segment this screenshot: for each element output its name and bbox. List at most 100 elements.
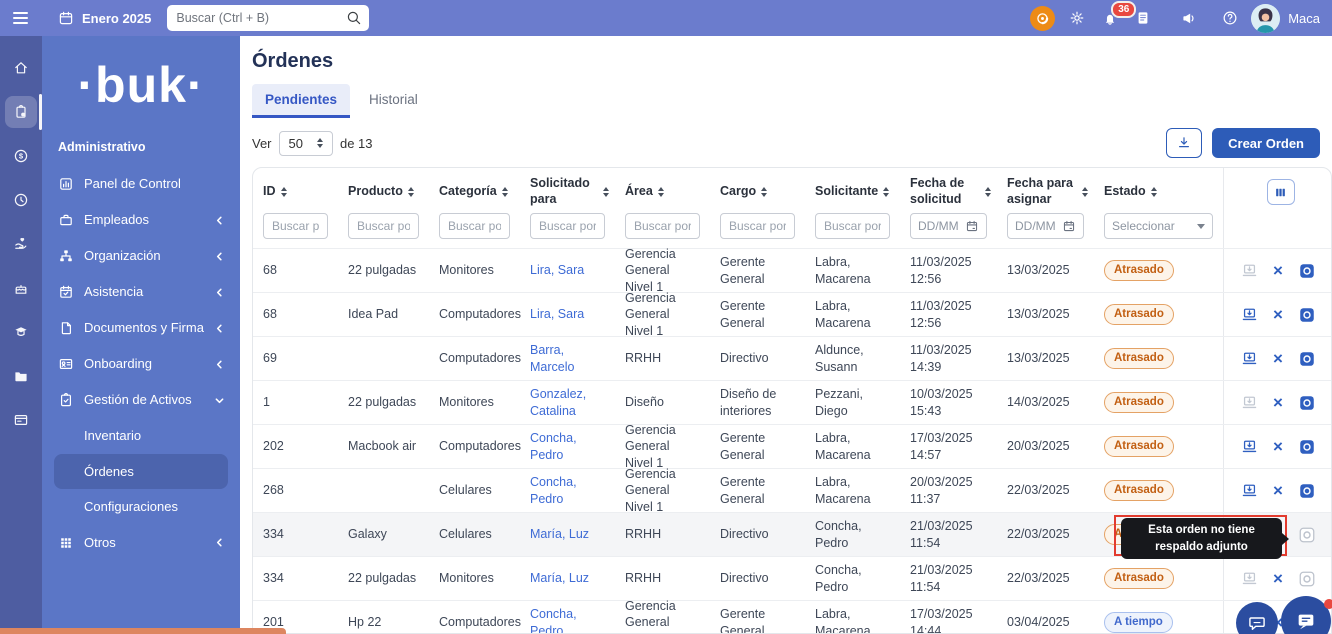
view-detail-button[interactable] xyxy=(1298,262,1316,280)
assign-button[interactable] xyxy=(1241,306,1258,323)
assign-button[interactable] xyxy=(1241,482,1258,499)
sidebar-item-asistencia[interactable]: Asistencia xyxy=(42,274,240,310)
notes-icon[interactable] xyxy=(1135,10,1151,26)
cancel-button[interactable]: × xyxy=(1273,482,1283,499)
column-filter-input[interactable] xyxy=(720,213,795,239)
settings-gear-icon[interactable] xyxy=(1069,10,1085,26)
cancel-button[interactable]: × xyxy=(1273,394,1283,411)
page-size-select[interactable]: 50 xyxy=(279,131,333,156)
hamburger-menu-icon[interactable] xyxy=(13,12,28,24)
rail-item-orders[interactable] xyxy=(5,96,37,128)
rail-item-education[interactable] xyxy=(5,316,37,348)
rail-item-documents[interactable] xyxy=(5,360,37,392)
create-order-button[interactable]: Crear Orden xyxy=(1212,128,1320,158)
sort-icon[interactable] xyxy=(1151,187,1157,198)
estado-filter-select[interactable]: Seleccionar xyxy=(1104,213,1213,239)
table-row[interactable]: 201Hp 22ComputadoresConcha, PedroGerenci… xyxy=(253,600,1331,634)
view-detail-button[interactable] xyxy=(1298,438,1316,456)
assign-button[interactable] xyxy=(1241,438,1258,455)
column-filter-input[interactable] xyxy=(263,213,328,239)
rail-item-benefits[interactable] xyxy=(5,228,37,260)
sort-icon[interactable] xyxy=(408,187,414,198)
table-row[interactable]: 6822 pulgadasMonitoresLira, SaraGerencia… xyxy=(253,248,1331,292)
download-button[interactable] xyxy=(1166,128,1202,158)
sidebar-item-panel-de-control[interactable]: Panel de Control xyxy=(42,166,240,202)
column-filter-input[interactable] xyxy=(815,213,890,239)
solicitado-para-link[interactable]: Gonzalez, Catalina xyxy=(530,386,605,419)
table-row[interactable]: 33422 pulgadasMonitoresMaría, LuzRRHHDir… xyxy=(253,556,1331,600)
period-selector[interactable]: Enero 2025 xyxy=(58,10,151,26)
assign-button[interactable] xyxy=(1241,262,1258,279)
view-detail-button[interactable] xyxy=(1298,350,1316,368)
solicitado-para-link[interactable]: María, Luz xyxy=(530,526,589,542)
sort-icon[interactable] xyxy=(603,187,609,198)
user-avatar[interactable] xyxy=(1251,4,1280,33)
solicitado-para-link[interactable]: Lira, Sara xyxy=(530,306,584,322)
view-detail-button[interactable] xyxy=(1298,570,1316,588)
solicitado-para-link[interactable]: María, Luz xyxy=(530,570,589,586)
column-filter-input[interactable] xyxy=(348,213,419,239)
sidebar-item-organizacion[interactable]: Organización xyxy=(42,238,240,274)
cancel-button[interactable]: × xyxy=(1273,438,1283,455)
sidebar-item-empleados[interactable]: Empleados xyxy=(42,202,240,238)
rail-item-time[interactable] xyxy=(5,184,37,216)
announcements-megaphone-icon[interactable] xyxy=(1181,10,1197,26)
sort-icon[interactable] xyxy=(658,187,664,198)
view-detail-button[interactable] xyxy=(1298,482,1316,500)
column-header: Solicitado para xyxy=(520,168,615,212)
sidebar-item-label: Configuraciones xyxy=(84,499,178,515)
view-detail-button[interactable] xyxy=(1298,526,1316,544)
assign-button[interactable] xyxy=(1241,570,1258,587)
cancel-button[interactable]: × xyxy=(1273,570,1283,587)
table-row[interactable]: 122 pulgadasMonitoresGonzalez, CatalinaD… xyxy=(253,380,1331,424)
sidebar-item-inventario[interactable]: Inventario xyxy=(42,418,240,454)
help-icon[interactable] xyxy=(1222,10,1238,26)
sidebar-item-ordenes[interactable]: Órdenes xyxy=(54,454,228,490)
rail-item-money[interactable]: $ xyxy=(5,140,37,172)
sort-icon[interactable] xyxy=(761,187,767,198)
table-row[interactable]: 69ComputadoresBarra, MarceloRRHHDirectiv… xyxy=(253,336,1331,380)
sidebar-item-otros[interactable]: Otros xyxy=(42,525,240,561)
tab-pendientes[interactable]: Pendientes xyxy=(252,84,350,118)
tab-historial[interactable]: Historial xyxy=(356,84,431,118)
cancel-button[interactable]: × xyxy=(1273,350,1283,367)
solicitado-para-link[interactable]: Concha, Pedro xyxy=(530,430,605,463)
solicitado-para-link[interactable]: Barra, Marcelo xyxy=(530,342,605,375)
columns-button[interactable] xyxy=(1267,179,1295,205)
cancel-button[interactable]: × xyxy=(1273,262,1283,279)
chevron-down-icon xyxy=(215,396,224,405)
view-detail-button[interactable] xyxy=(1298,306,1316,324)
cancel-button[interactable]: × xyxy=(1273,306,1283,323)
sort-icon[interactable] xyxy=(985,187,991,198)
sidebar-item-onboarding[interactable]: Onboarding xyxy=(42,346,240,382)
sort-icon[interactable] xyxy=(1082,187,1088,198)
column-filter-input[interactable] xyxy=(530,213,605,239)
solicitado-para-link[interactable]: Concha, Pedro xyxy=(530,606,605,634)
view-detail-button[interactable] xyxy=(1298,394,1316,412)
solicitado-para-link[interactable]: Lira, Sara xyxy=(530,262,584,278)
sidebar-item-documentos-y-firma[interactable]: Documentos y Firma xyxy=(42,310,240,346)
sidebar-item-gestion-de-activos[interactable]: Gestión de Activos xyxy=(42,382,240,418)
date-filter[interactable]: DD/MM xyxy=(1007,213,1084,239)
table-row[interactable]: 68Idea PadComputadoresLira, SaraGerencia… xyxy=(253,292,1331,336)
rail-item-celebrations[interactable] xyxy=(5,272,37,304)
rail-item-kiosk[interactable] xyxy=(5,404,37,436)
search-input[interactable] xyxy=(167,5,369,31)
table-row[interactable]: 202Macbook airComputadoresConcha, PedroG… xyxy=(253,424,1331,468)
notifications-bell-icon[interactable]: 36 xyxy=(1102,10,1118,26)
buk-assistant-icon[interactable] xyxy=(1030,6,1055,31)
column-filter-input[interactable] xyxy=(439,213,510,239)
assign-button[interactable] xyxy=(1241,350,1258,367)
assign-button[interactable] xyxy=(1241,394,1258,411)
sidebar-item-configuraciones[interactable]: Configuraciones xyxy=(42,489,240,525)
solicitado-para-link[interactable]: Concha, Pedro xyxy=(530,474,605,507)
rail-item-home[interactable] xyxy=(5,52,37,84)
column-filter-input[interactable] xyxy=(625,213,700,239)
table-row[interactable]: 268CelularesConcha, PedroGerencia Genera… xyxy=(253,468,1331,512)
sort-icon[interactable] xyxy=(883,187,889,198)
date-filter[interactable]: DD/MM xyxy=(910,213,987,239)
column-header: ID xyxy=(253,168,338,212)
sort-icon[interactable] xyxy=(281,187,287,198)
sidebar-item-label: Organización xyxy=(84,248,161,264)
sort-icon[interactable] xyxy=(502,187,508,198)
